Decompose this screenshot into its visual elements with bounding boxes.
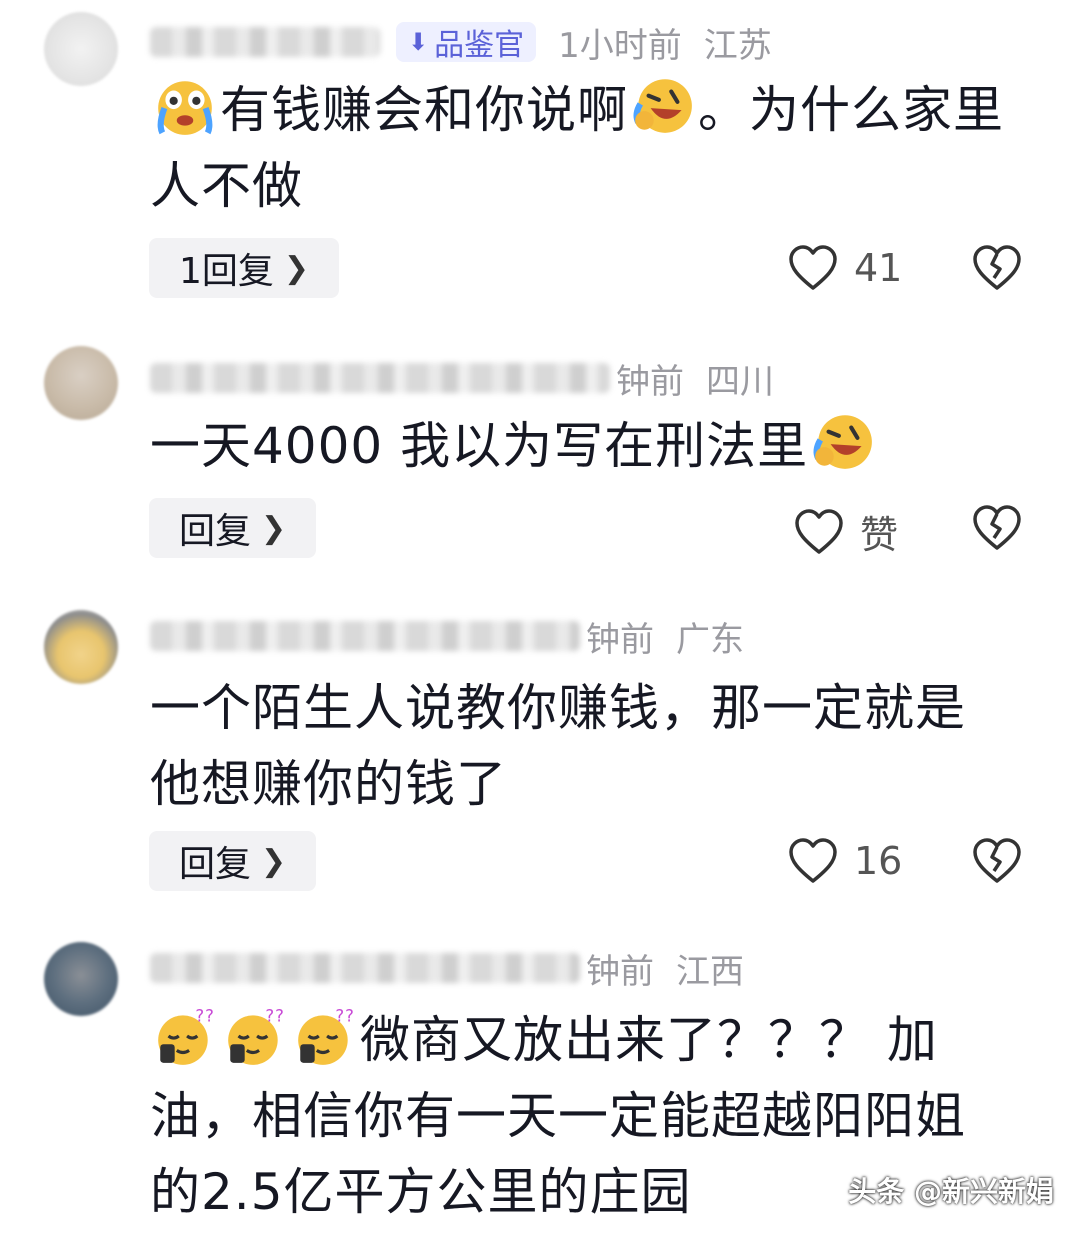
comment-text: 有钱赚会和你说啊 。为什么家里人不做 bbox=[150, 72, 1030, 224]
username-blurred[interactable] bbox=[150, 27, 380, 57]
crying-face-emoji bbox=[157, 81, 213, 135]
heart-outline-icon bbox=[789, 245, 837, 290]
sleepy-face-emoji: ?? bbox=[228, 1007, 285, 1065]
reply-button[interactable]: 1回复 ❯ bbox=[149, 238, 340, 298]
comment-location: 江苏 bbox=[703, 25, 772, 66]
badge-icon: ⬇ bbox=[408, 28, 429, 56]
reply-button[interactable]: 回复 ❯ bbox=[149, 831, 317, 891]
avatar[interactable] bbox=[44, 610, 118, 684]
like-button[interactable]: 赞 bbox=[794, 504, 898, 559]
comment-meta: 钟前 江西 bbox=[150, 946, 744, 992]
like-button[interactable]: 41 bbox=[788, 244, 902, 292]
like-count: 16 bbox=[854, 839, 903, 883]
comment-meta: 钟前 广东 bbox=[150, 614, 744, 660]
comment-location: 四川 bbox=[706, 361, 774, 402]
chevron-right-icon: ❯ bbox=[261, 843, 287, 879]
comment-time: 1小时前 bbox=[558, 25, 682, 66]
reply-button[interactable]: 回复 ❯ bbox=[149, 498, 317, 558]
comment-text: 一个陌生人说教你赚钱，那一定就是他想赚你的钱了 bbox=[150, 679, 966, 813]
broken-heart-icon[interactable] bbox=[972, 837, 1022, 885]
comment-time: 钟前 bbox=[586, 619, 654, 660]
avatar[interactable] bbox=[44, 12, 118, 86]
sleepy-face-emoji: ?? bbox=[158, 1007, 215, 1065]
avatar[interactable] bbox=[44, 346, 118, 420]
heart-outline-icon bbox=[795, 508, 843, 554]
username-blurred[interactable] bbox=[150, 621, 580, 651]
laugh-cry-emoji bbox=[633, 79, 692, 133]
laugh-cry-emoji bbox=[813, 415, 873, 469]
heart-outline-icon bbox=[789, 838, 837, 883]
like-button[interactable]: 16 bbox=[788, 837, 902, 885]
broken-heart-icon[interactable] bbox=[972, 244, 1022, 292]
watermark: 头条 @新兴新娟 bbox=[848, 1175, 1054, 1208]
user-badge: ⬇ 品鉴官 bbox=[396, 22, 537, 63]
comment-text: 一天4000 我以为写在刑法里 bbox=[150, 408, 1030, 484]
broken-heart-icon[interactable] bbox=[972, 504, 1022, 552]
username-blurred[interactable] bbox=[150, 953, 580, 983]
username-blurred[interactable] bbox=[150, 363, 610, 393]
comment-location: 江西 bbox=[676, 951, 744, 992]
comment-time: 钟前 bbox=[586, 951, 654, 992]
like-count: 41 bbox=[854, 246, 903, 290]
comment-location: 广东 bbox=[676, 619, 744, 660]
comment-time: 钟前 bbox=[616, 361, 684, 402]
like-count: 赞 bbox=[860, 513, 899, 557]
svg-text:??: ?? bbox=[265, 1007, 285, 1026]
chevron-right-icon: ❯ bbox=[283, 250, 310, 286]
avatar[interactable] bbox=[44, 942, 118, 1016]
comment-meta: 钟前 四川 bbox=[150, 356, 774, 402]
svg-text:??: ?? bbox=[335, 1007, 355, 1026]
sleepy-face-emoji: ?? bbox=[298, 1007, 355, 1065]
comment-meta: ⬇ 品鉴官 1小时前 江苏 bbox=[150, 20, 772, 66]
chevron-right-icon: ❯ bbox=[261, 510, 287, 546]
svg-text:??: ?? bbox=[195, 1007, 215, 1026]
